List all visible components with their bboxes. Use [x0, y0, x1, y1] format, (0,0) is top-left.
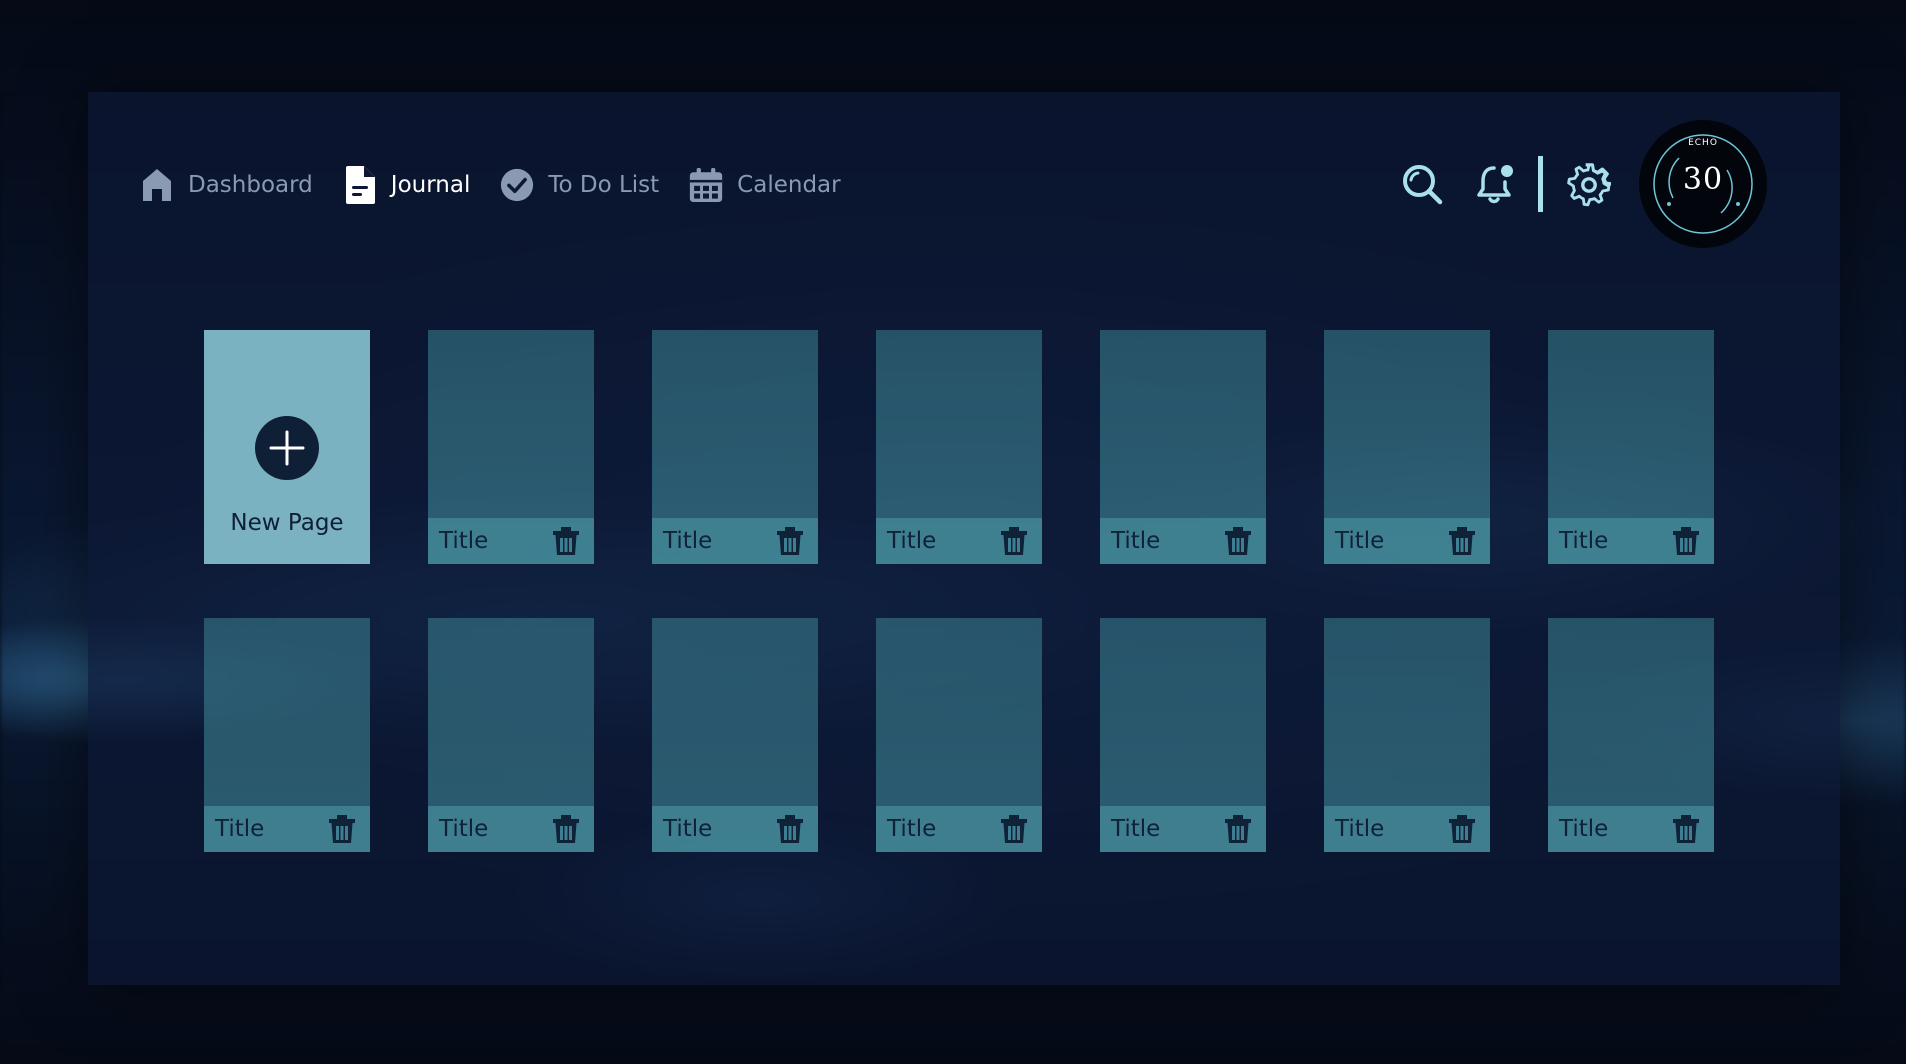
nav-item-dashboard[interactable]: Dashboard	[140, 165, 313, 205]
nav-item-label: Dashboard	[188, 172, 313, 198]
card-title: Title	[887, 528, 937, 554]
card-footer: Title	[1548, 806, 1714, 852]
card-footer: Title	[1548, 518, 1714, 564]
notifications-button[interactable]	[1474, 162, 1518, 206]
card-footer: Title	[428, 518, 594, 564]
card-title: Title	[1559, 528, 1609, 554]
trash-icon[interactable]	[1222, 812, 1254, 846]
new-page-label: New Page	[230, 510, 344, 536]
card-footer: Title	[204, 806, 370, 852]
trash-icon[interactable]	[774, 812, 806, 846]
search-button[interactable]	[1400, 162, 1444, 206]
gear-icon	[1567, 163, 1611, 207]
journal-card[interactable]: Title	[652, 618, 818, 852]
nav-item-label: Calendar	[737, 172, 841, 198]
card-title: Title	[1111, 816, 1161, 842]
document-icon	[343, 165, 377, 205]
journal-card[interactable]: Title	[428, 330, 594, 564]
new-page-card[interactable]: New Page	[204, 330, 370, 564]
nav-item-label: Journal	[390, 172, 471, 198]
echo-value: 30	[1682, 162, 1724, 197]
journal-card[interactable]: Title	[876, 618, 1042, 852]
card-title: Title	[439, 816, 489, 842]
toolbar-divider	[1538, 156, 1543, 212]
nav-item-journal[interactable]: Journal	[343, 165, 471, 205]
card-footer: Title	[1324, 518, 1490, 564]
card-title: Title	[663, 816, 713, 842]
card-title: Title	[1559, 816, 1609, 842]
journal-card[interactable]: Title	[1324, 330, 1490, 564]
card-footer: Title	[1100, 518, 1266, 564]
card-title: Title	[1335, 528, 1385, 554]
trash-icon[interactable]	[1222, 524, 1254, 558]
nav-item-calendar[interactable]: Calendar	[689, 165, 841, 205]
card-title: Title	[1335, 816, 1385, 842]
echo-badge[interactable]: ECHO 30	[1639, 120, 1767, 248]
trash-icon[interactable]	[1670, 524, 1702, 558]
journal-card[interactable]: Title	[1548, 618, 1714, 852]
home-icon	[140, 165, 174, 205]
trash-icon[interactable]	[550, 812, 582, 846]
echo-label: ECHO	[1688, 138, 1718, 148]
card-title: Title	[439, 528, 489, 554]
card-title: Title	[887, 816, 937, 842]
journal-card[interactable]: Title	[1324, 618, 1490, 852]
check-circle-icon	[500, 165, 534, 205]
card-footer: Title	[876, 806, 1042, 852]
card-title: Title	[215, 816, 265, 842]
journal-card[interactable]: Title	[1100, 330, 1266, 564]
trash-icon[interactable]	[774, 524, 806, 558]
toolbar: ECHO 30	[1400, 120, 1767, 248]
journal-card[interactable]: Title	[428, 618, 594, 852]
trash-icon[interactable]	[998, 812, 1030, 846]
trash-icon[interactable]	[550, 524, 582, 558]
card-title: Title	[1111, 528, 1161, 554]
card-footer: Title	[652, 518, 818, 564]
plus-icon	[255, 416, 319, 480]
trash-icon[interactable]	[998, 524, 1030, 558]
journal-card[interactable]: Title	[652, 330, 818, 564]
card-footer: Title	[652, 806, 818, 852]
trash-icon[interactable]	[1446, 524, 1478, 558]
top-nav: Dashboard Journal To Do List Calendar	[140, 162, 871, 208]
journal-card[interactable]: Title	[204, 618, 370, 852]
card-footer: Title	[428, 806, 594, 852]
nav-item-todo[interactable]: To Do List	[500, 165, 659, 205]
journal-card[interactable]: Title	[876, 330, 1042, 564]
trash-icon[interactable]	[326, 812, 358, 846]
card-footer: Title	[1100, 806, 1266, 852]
trash-icon[interactable]	[1446, 812, 1478, 846]
journal-grid: New Page Title Title Title Title Title T…	[204, 330, 1714, 852]
calendar-icon	[689, 165, 723, 205]
trash-icon[interactable]	[1670, 812, 1702, 846]
nav-item-label: To Do List	[548, 172, 660, 198]
journal-card[interactable]: Title	[1100, 618, 1266, 852]
card-footer: Title	[1324, 806, 1490, 852]
bell-icon	[1477, 165, 1513, 204]
card-footer: Title	[876, 518, 1042, 564]
settings-button[interactable]	[1567, 162, 1611, 207]
search-icon	[1403, 165, 1443, 205]
journal-card[interactable]: Title	[1548, 330, 1714, 564]
card-title: Title	[663, 528, 713, 554]
